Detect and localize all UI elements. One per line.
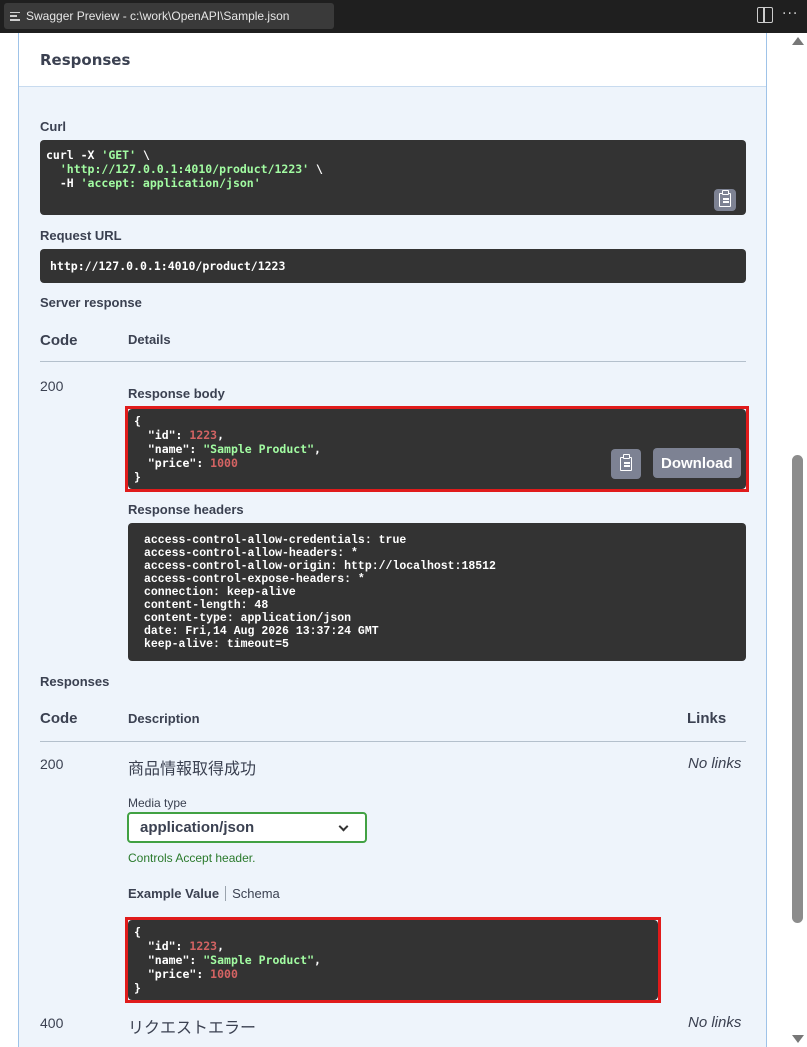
server-response-code: 200 [40, 378, 64, 394]
title-bar: Swagger Preview - c:\work\OpenAPI\Sample… [0, 0, 807, 33]
json-number: 1000 [210, 456, 238, 470]
panel-title: Responses [40, 51, 131, 69]
curl-indent [46, 162, 60, 176]
scroll-down-arrow-icon[interactable] [792, 1035, 804, 1043]
json-number: 1223 [189, 939, 218, 953]
json-key: "name" [134, 442, 190, 456]
copy-response-button[interactable] [611, 449, 641, 479]
curl-flag: -H [46, 176, 81, 190]
responses-description-header: Description [128, 711, 200, 726]
json-key: "name" [134, 953, 190, 967]
curl-url: 'http://127.0.0.1:4010/product/1223' [59, 162, 310, 176]
response-headers-code[interactable]: access-control-allow-credentials: true a… [128, 523, 746, 661]
vertical-scrollbar[interactable] [789, 33, 807, 1047]
json-string: "Sample Product" [203, 442, 315, 456]
server-details-header: Details [128, 332, 171, 347]
example-value-code[interactable]: { "id": 1223, "name": "Sample Product", … [128, 920, 658, 1000]
json-brace: { [134, 414, 141, 428]
clipboard-icon [620, 454, 632, 471]
tab-example-value[interactable]: Example Value [128, 886, 227, 901]
json-key: "id" [134, 428, 176, 442]
curl-label: Curl [40, 119, 66, 134]
json-number: 1223 [189, 428, 218, 442]
json-brace: { [134, 925, 141, 939]
preview-icon [10, 11, 20, 21]
json-key: "id" [134, 939, 176, 953]
json-key: "price" [134, 967, 197, 981]
curl-line-end: \ [136, 148, 150, 162]
json-brace: } [134, 470, 141, 484]
panel-header: Responses [19, 33, 766, 87]
server-table-divider [40, 361, 746, 362]
clipboard-icon [719, 190, 731, 207]
json-brace: } [134, 981, 141, 995]
server-response-label: Server response [40, 295, 142, 310]
request-url-value[interactable]: http://127.0.0.1:4010/product/1223 [40, 249, 746, 283]
json-key: "price" [134, 456, 197, 470]
example-schema-tabs: Example Value Schema [128, 886, 280, 901]
editor-tab[interactable]: Swagger Preview - c:\work\OpenAPI\Sample… [4, 3, 334, 29]
responses-table-divider [40, 741, 746, 742]
scroll-up-arrow-icon[interactable] [792, 37, 804, 45]
curl-code-block[interactable]: curl -X 'GET' \ 'http://127.0.0.1:4010/p… [40, 140, 746, 215]
download-button[interactable]: Download [653, 448, 741, 478]
scrollbar-thumb[interactable] [792, 455, 803, 923]
chevron-down-icon [338, 821, 349, 832]
media-type-value: application/json [140, 819, 255, 836]
curl-line-end: \ [309, 162, 323, 176]
copy-curl-button[interactable] [714, 189, 736, 211]
response-body-label: Response body [128, 386, 225, 401]
server-code-header: Code [40, 332, 78, 349]
responses-label: Responses [40, 674, 110, 689]
response-400-description: リクエストエラー [128, 1018, 257, 1037]
json-number: 1000 [210, 967, 238, 981]
responses-code-header: Code [40, 710, 78, 727]
json-string: "Sample Product" [203, 953, 315, 967]
media-type-select[interactable]: application/json [127, 812, 367, 843]
curl-method: 'GET' [101, 148, 137, 162]
response-200-links: No links [688, 755, 742, 772]
responses-panel: Responses Curl curl -X 'GET' \ 'http://1… [18, 33, 767, 1047]
responses-links-header: Links [687, 710, 727, 727]
response-200-code: 200 [40, 756, 64, 772]
more-actions-icon[interactable]: ··· [782, 6, 798, 22]
response-headers-label: Response headers [128, 502, 244, 517]
media-type-label: Media type [128, 796, 187, 810]
split-editor-icon[interactable] [757, 7, 773, 23]
request-url-label: Request URL [40, 228, 122, 243]
tab-title: Swagger Preview - c:\work\OpenAPI\Sample… [26, 9, 290, 23]
response-200-description: 商品情報取得成功 [128, 759, 257, 778]
curl-header: 'accept: application/json' [80, 176, 261, 190]
accept-header-note: Controls Accept header. [128, 851, 256, 865]
response-400-code: 400 [40, 1015, 64, 1031]
curl-cmd: curl -X [46, 148, 102, 162]
response-400-links: No links [688, 1014, 742, 1031]
tab-schema[interactable]: Schema [226, 886, 280, 901]
